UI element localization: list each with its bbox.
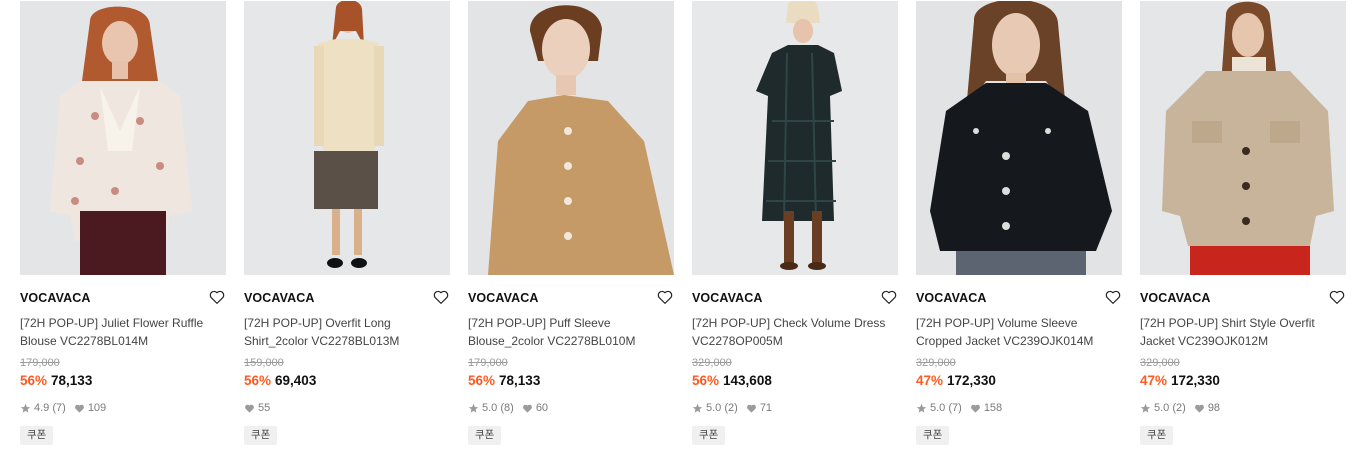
product-brand[interactable]: VOCAVACA <box>244 291 314 305</box>
coupon-badge: 쿠폰 <box>20 426 54 445</box>
rating-value: 5.0 <box>1154 402 1170 414</box>
star-icon <box>692 403 703 413</box>
coupon-badge: 쿠폰 <box>468 426 502 445</box>
star-icon <box>468 403 479 413</box>
original-price: 329,000 <box>1140 357 1180 369</box>
product-name[interactable]: [72H POP-UP] Shirt Style Overfit Jacket … <box>1140 314 1346 350</box>
review-count: (7) <box>948 402 962 414</box>
rating-value: 5.0 <box>706 402 722 414</box>
product-brand[interactable]: VOCAVACA <box>20 291 90 305</box>
product-card[interactable]: VOCAVACA [72H POP-UP] Volume Sleeve Crop… <box>916 1 1122 456</box>
likes-heart-icon <box>1194 404 1204 413</box>
product-card[interactable]: VOCAVACA [72H POP-UP] Puff Sleeve Blouse… <box>468 1 674 456</box>
original-price: 329,000 <box>916 357 956 369</box>
rating-value: 5.0 <box>482 402 498 414</box>
product-card[interactable]: VOCAVACA [72H POP-UP] Overfit Long Shirt… <box>244 1 450 456</box>
wishlist-heart-icon[interactable] <box>1104 288 1122 306</box>
price-row: 47% 172,330 <box>1140 373 1220 388</box>
likes-count: 158 <box>983 402 1003 414</box>
original-price: 179,000 <box>20 357 60 369</box>
price-row: 56% 143,608 <box>692 373 772 388</box>
review-count: (8) <box>500 402 514 414</box>
wishlist-heart-icon[interactable] <box>880 288 898 306</box>
discount-rate: 56% <box>244 373 272 388</box>
product-grid: VOCAVACA [72H POP-UP] Juliet Flower Ruff… <box>20 1 1350 456</box>
product-name[interactable]: [72H POP-UP] Volume Sleeve Cropped Jacke… <box>916 314 1122 350</box>
product-image[interactable] <box>20 1 226 275</box>
product-name[interactable]: [72H POP-UP] Juliet Flower Ruffle Blouse… <box>20 314 226 350</box>
star-icon <box>1140 403 1151 413</box>
wishlist-heart-icon[interactable] <box>432 288 450 306</box>
coupon-badge: 쿠폰 <box>916 426 950 445</box>
original-price: 329,000 <box>692 357 732 369</box>
product-name[interactable]: [72H POP-UP] Overfit Long Shirt_2color V… <box>244 314 450 350</box>
product-image[interactable] <box>692 1 898 275</box>
product-card[interactable]: VOCAVACA [72H POP-UP] Check Volume Dress… <box>692 1 898 456</box>
likes-count: 109 <box>87 402 107 414</box>
discount-rate: 47% <box>916 373 944 388</box>
product-brand[interactable]: VOCAVACA <box>1140 291 1210 305</box>
coupon-badge: 쿠폰 <box>244 426 278 445</box>
sale-price: 172,330 <box>947 373 996 388</box>
discount-rate: 56% <box>20 373 48 388</box>
review-count: (7) <box>52 402 66 414</box>
wishlist-heart-icon[interactable] <box>208 288 226 306</box>
likes-count: 98 <box>1207 402 1221 414</box>
product-brand[interactable]: VOCAVACA <box>916 291 986 305</box>
discount-rate: 56% <box>692 373 720 388</box>
coupon-badge: 쿠폰 <box>692 426 726 445</box>
discount-rate: 47% <box>1140 373 1168 388</box>
likes-heart-icon <box>245 404 254 413</box>
sale-price: 69,403 <box>275 373 317 388</box>
product-image[interactable] <box>468 1 674 275</box>
coupon-badge: 쿠폰 <box>1140 426 1174 445</box>
product-meta: 4.9 (7) 109 <box>20 402 106 414</box>
product-meta: 5.0 (7) 158 <box>916 402 1002 414</box>
sale-price: 172,330 <box>1171 373 1220 388</box>
star-icon <box>20 403 31 413</box>
rating-value: 4.9 <box>34 402 50 414</box>
product-card[interactable]: VOCAVACA [72H POP-UP] Juliet Flower Ruff… <box>20 1 226 456</box>
product-name[interactable]: [72H POP-UP] Puff Sleeve Blouse_2color V… <box>468 314 674 350</box>
likes-count: 71 <box>759 402 773 414</box>
likes-heart-icon <box>522 404 532 413</box>
product-image[interactable] <box>1140 1 1346 275</box>
price-row: 56% 78,133 <box>20 373 92 388</box>
sale-price: 78,133 <box>51 373 93 388</box>
product-meta: 5.0 (8) 60 <box>468 402 548 414</box>
product-meta: 5.0 (2) 71 <box>692 402 772 414</box>
sale-price: 143,608 <box>723 373 772 388</box>
product-image[interactable] <box>916 1 1122 275</box>
product-meta: 5.0 (2) 98 <box>1140 402 1220 414</box>
sale-price: 78,133 <box>499 373 541 388</box>
rating-value: 5.0 <box>930 402 946 414</box>
price-row: 47% 172,330 <box>916 373 996 388</box>
likes-count: 60 <box>535 402 549 414</box>
product-meta: 55 <box>244 402 270 414</box>
product-brand[interactable]: VOCAVACA <box>692 291 762 305</box>
likes-heart-icon <box>746 404 756 413</box>
product-brand[interactable]: VOCAVACA <box>468 291 538 305</box>
likes-heart-icon <box>970 404 980 413</box>
wishlist-heart-icon[interactable] <box>1328 288 1346 306</box>
review-count: (2) <box>1172 402 1186 414</box>
wishlist-heart-icon[interactable] <box>656 288 674 306</box>
original-price: 179,000 <box>468 357 508 369</box>
original-price: 159,000 <box>244 357 284 369</box>
likes-heart-icon <box>74 404 84 413</box>
product-image[interactable] <box>244 1 450 275</box>
star-icon <box>916 403 927 413</box>
product-name[interactable]: [72H POP-UP] Check Volume Dress VC2278OP… <box>692 314 898 350</box>
review-count: (2) <box>724 402 738 414</box>
price-row: 56% 69,403 <box>244 373 316 388</box>
likes-count: 55 <box>258 402 271 414</box>
discount-rate: 56% <box>468 373 496 388</box>
price-row: 56% 78,133 <box>468 373 540 388</box>
product-card[interactable]: VOCAVACA [72H POP-UP] Shirt Style Overfi… <box>1140 1 1346 456</box>
